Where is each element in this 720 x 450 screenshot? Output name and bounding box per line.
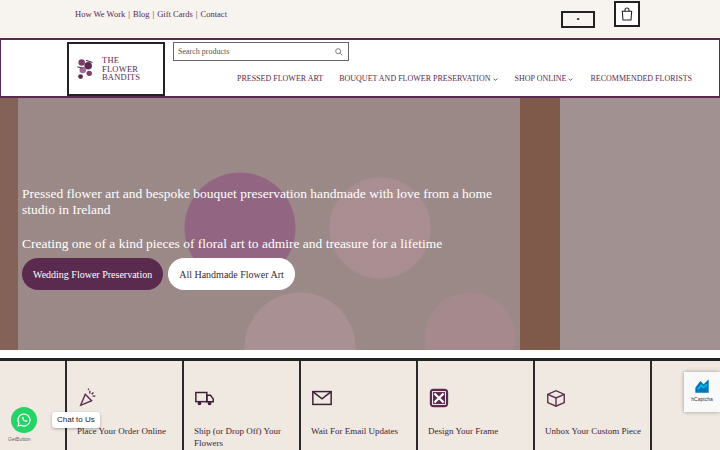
nav-item[interactable]: PRESSED FLOWER ART <box>237 73 323 85</box>
delivery-truck-icon <box>194 387 216 409</box>
top-controls: • <box>561 0 720 38</box>
cart-button[interactable] <box>614 1 640 27</box>
step-card: Ship (or Drop Off) Your Flowers <box>184 361 301 450</box>
search-input[interactable] <box>178 46 334 58</box>
hero-buttons: Wedding Flower PreservationAll Handmade … <box>22 258 520 290</box>
top-bar: How We Work|Blog|Gift Cards|Contact • <box>0 0 720 38</box>
step-label: Design Your Frame <box>428 425 527 437</box>
logo-line: BANDITS <box>102 73 140 82</box>
top-links: How We Work|Blog|Gift Cards|Contact <box>0 0 227 38</box>
gift-box-icon <box>545 387 567 409</box>
nav-label: BOUQUET AND FLOWER PRESERVATION <box>339 73 490 85</box>
captcha-label: hCaptcha <box>691 396 712 404</box>
chevron-down-icon <box>567 76 574 83</box>
top-link[interactable]: Blog <box>133 8 150 38</box>
envelope-icon <box>311 387 333 409</box>
hero-subline: Creating one of a kind pieces of floral … <box>22 236 520 252</box>
nav-item[interactable]: RECOMMENDED FLORISTS <box>590 73 692 85</box>
step-card: Place Your Order Online <box>67 361 184 450</box>
hero-text: Pressed flower art and bespoke bouquet p… <box>0 98 520 290</box>
chat-credit: GetButton <box>8 436 31 444</box>
menu-toggle[interactable]: • <box>561 11 595 28</box>
hero-button[interactable]: All Handmade Flower Art <box>168 258 295 290</box>
captcha-badge[interactable]: hCaptcha <box>684 372 720 412</box>
top-link[interactable]: How We Work <box>75 8 125 38</box>
nav-label: SHOP ONLINE <box>515 73 567 85</box>
step-label: Ship (or Drop Off) Your Flowers <box>194 425 293 449</box>
party-popper-icon <box>77 387 99 409</box>
hero-banner: Pressed flower art and bespoke bouquet p… <box>0 98 720 350</box>
nav-label: RECOMMENDED FLORISTS <box>590 73 692 85</box>
hero-headline: Pressed flower art and bespoke bouquet p… <box>22 186 520 218</box>
site-header: THEFLOWERBANDITS PRESSED FLOWER ART BOUQU… <box>0 38 720 98</box>
link-separator: | <box>153 8 155 38</box>
search-box <box>173 42 349 61</box>
chat-label[interactable]: Chat to Us <box>52 412 100 428</box>
logo-text: THEFLOWERBANDITS <box>102 56 140 83</box>
logo-line: THE <box>102 56 140 65</box>
main-nav: PRESSED FLOWER ART BOUQUET AND FLOWER PRE… <box>237 73 692 85</box>
flower-logo-icon <box>73 49 99 89</box>
whatsapp-button[interactable] <box>11 407 37 433</box>
step-card: Unbox Your Custom Piece <box>535 361 652 450</box>
search-icon <box>334 47 344 57</box>
link-separator: | <box>196 8 198 38</box>
chevron-down-icon <box>492 76 499 83</box>
step-card: Wait For Email Updates <box>301 361 418 450</box>
header-right: PRESSED FLOWER ART BOUQUET AND FLOWER PRE… <box>173 40 692 96</box>
step-label: Unbox Your Custom Piece <box>545 425 644 437</box>
steps-strip: Place Your Order Online Ship (or Drop Off… <box>0 358 720 450</box>
frame-design-icon <box>428 387 450 409</box>
top-link[interactable]: Contact <box>201 8 227 38</box>
logo[interactable]: THEFLOWERBANDITS <box>67 42 165 96</box>
step-card: Design Your Frame <box>418 361 535 450</box>
step-label: Wait For Email Updates <box>311 425 410 437</box>
shopping-bag-icon <box>619 6 635 22</box>
top-link[interactable]: Gift Cards <box>157 8 193 38</box>
hero-button[interactable]: Wedding Flower Preservation <box>22 258 163 290</box>
logo-line: FLOWER <box>102 65 140 74</box>
hcaptcha-logo-icon <box>692 376 712 396</box>
nav-label: PRESSED FLOWER ART <box>237 73 323 85</box>
nav-item[interactable]: BOUQUET AND FLOWER PRESERVATION <box>339 73 498 85</box>
whatsapp-icon <box>16 412 32 428</box>
nav-item[interactable]: SHOP ONLINE <box>515 73 575 85</box>
link-separator: | <box>128 8 130 38</box>
